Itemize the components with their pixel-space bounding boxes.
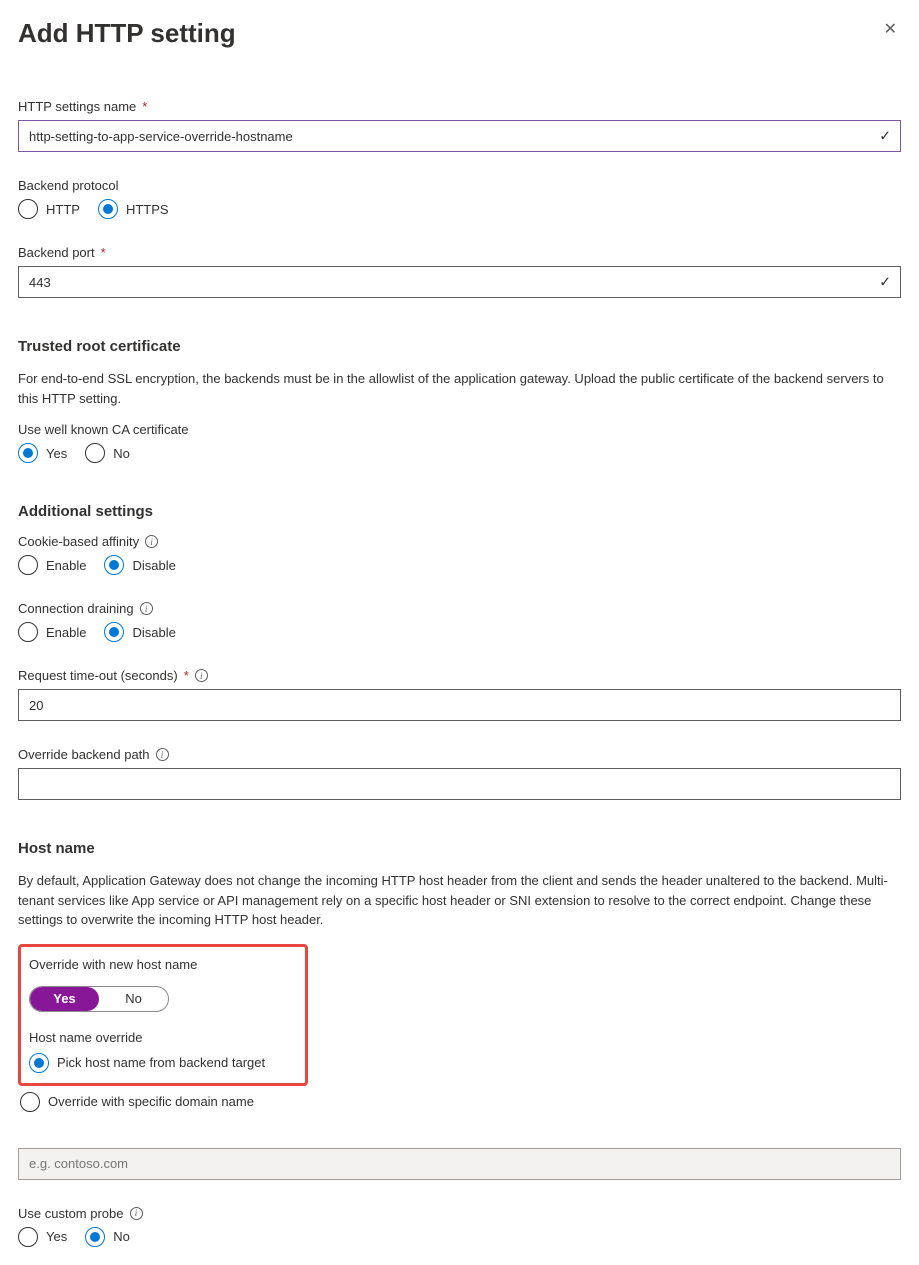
- drain-enable-radio[interactable]: Enable: [18, 622, 86, 642]
- override-specific-domain-radio[interactable]: Override with specific domain name: [20, 1092, 901, 1112]
- host-name-override-label: Host name override: [29, 1030, 297, 1045]
- radio-icon: [18, 555, 38, 575]
- custom-probe-label: Use custom probe i: [18, 1206, 901, 1221]
- cookie-affinity-label: Cookie-based affinity i: [18, 534, 901, 549]
- backend-port-label: Backend port *: [18, 245, 901, 260]
- radio-label: Enable: [46, 625, 86, 640]
- radio-label: HTTP: [46, 202, 80, 217]
- radio-selected-icon: [18, 443, 38, 463]
- specific-domain-input: [18, 1148, 901, 1180]
- toggle-yes[interactable]: Yes: [30, 987, 99, 1011]
- radio-selected-icon: [98, 199, 118, 219]
- radio-label: Yes: [46, 446, 67, 461]
- radio-icon: [18, 622, 38, 642]
- page-title: Add HTTP setting: [18, 18, 236, 49]
- override-backend-path-input[interactable]: [18, 768, 901, 800]
- close-icon[interactable]: ✕: [880, 18, 901, 42]
- pick-hostname-radio[interactable]: Pick host name from backend target: [29, 1053, 297, 1073]
- ca-certificate-label: Use well known CA certificate: [18, 422, 901, 437]
- radio-label: Pick host name from backend target: [57, 1055, 265, 1070]
- radio-selected-icon: [85, 1227, 105, 1247]
- label-text: Request time-out (seconds): [18, 668, 178, 683]
- label-text: Override backend path: [18, 747, 150, 762]
- http-settings-name-label: HTTP settings name *: [18, 99, 901, 114]
- ca-yes-radio[interactable]: Yes: [18, 443, 67, 463]
- drain-disable-radio[interactable]: Disable: [104, 622, 175, 642]
- http-settings-name-input[interactable]: [18, 120, 901, 152]
- info-icon[interactable]: i: [140, 602, 153, 615]
- radio-label: Yes: [46, 1229, 67, 1244]
- highlight-box: Override with new host name Yes No Host …: [18, 944, 308, 1086]
- request-timeout-label: Request time-out (seconds) * i: [18, 668, 901, 683]
- trusted-root-heading: Trusted root certificate: [18, 338, 901, 355]
- probe-yes-radio[interactable]: Yes: [18, 1227, 67, 1247]
- radio-label: No: [113, 1229, 130, 1244]
- info-icon[interactable]: i: [195, 669, 208, 682]
- radio-selected-icon: [29, 1053, 49, 1073]
- override-backend-path-label: Override backend path i: [18, 747, 901, 762]
- label-text: Backend port: [18, 245, 95, 260]
- host-name-heading: Host name: [18, 840, 901, 857]
- label-text: Connection draining: [18, 601, 134, 616]
- radio-icon: [18, 1227, 38, 1247]
- required-asterisk: *: [142, 99, 147, 114]
- radio-icon: [20, 1092, 40, 1112]
- required-asterisk: *: [101, 245, 106, 260]
- override-hostname-toggle[interactable]: Yes No: [29, 986, 169, 1012]
- radio-icon: [85, 443, 105, 463]
- radio-selected-icon: [104, 622, 124, 642]
- radio-label: Disable: [132, 625, 175, 640]
- radio-label: Disable: [132, 558, 175, 573]
- override-hostname-toggle-label: Override with new host name: [29, 957, 297, 972]
- toggle-no[interactable]: No: [99, 987, 168, 1011]
- additional-settings-heading: Additional settings: [18, 503, 901, 520]
- radio-selected-icon: [104, 555, 124, 575]
- cookie-enable-radio[interactable]: Enable: [18, 555, 86, 575]
- label-text: Cookie-based affinity: [18, 534, 139, 549]
- protocol-http-radio[interactable]: HTTP: [18, 199, 80, 219]
- required-asterisk: *: [184, 668, 189, 683]
- backend-protocol-label: Backend protocol: [18, 178, 901, 193]
- connection-draining-label: Connection draining i: [18, 601, 901, 616]
- cookie-disable-radio[interactable]: Disable: [104, 555, 175, 575]
- info-icon[interactable]: i: [156, 748, 169, 761]
- info-icon[interactable]: i: [145, 535, 158, 548]
- info-icon[interactable]: i: [130, 1207, 143, 1220]
- ca-no-radio[interactable]: No: [85, 443, 130, 463]
- radio-label: No: [113, 446, 130, 461]
- backend-port-input[interactable]: [18, 266, 901, 298]
- host-name-description: By default, Application Gateway does not…: [18, 871, 901, 930]
- radio-icon: [18, 199, 38, 219]
- protocol-https-radio[interactable]: HTTPS: [98, 199, 169, 219]
- label-text: HTTP settings name: [18, 99, 136, 114]
- label-text: Use custom probe: [18, 1206, 124, 1221]
- probe-no-radio[interactable]: No: [85, 1227, 130, 1247]
- request-timeout-input[interactable]: [18, 689, 901, 721]
- radio-label: Override with specific domain name: [48, 1094, 254, 1109]
- trusted-root-description: For end-to-end SSL encryption, the backe…: [18, 369, 901, 408]
- radio-label: HTTPS: [126, 202, 169, 217]
- radio-label: Enable: [46, 558, 86, 573]
